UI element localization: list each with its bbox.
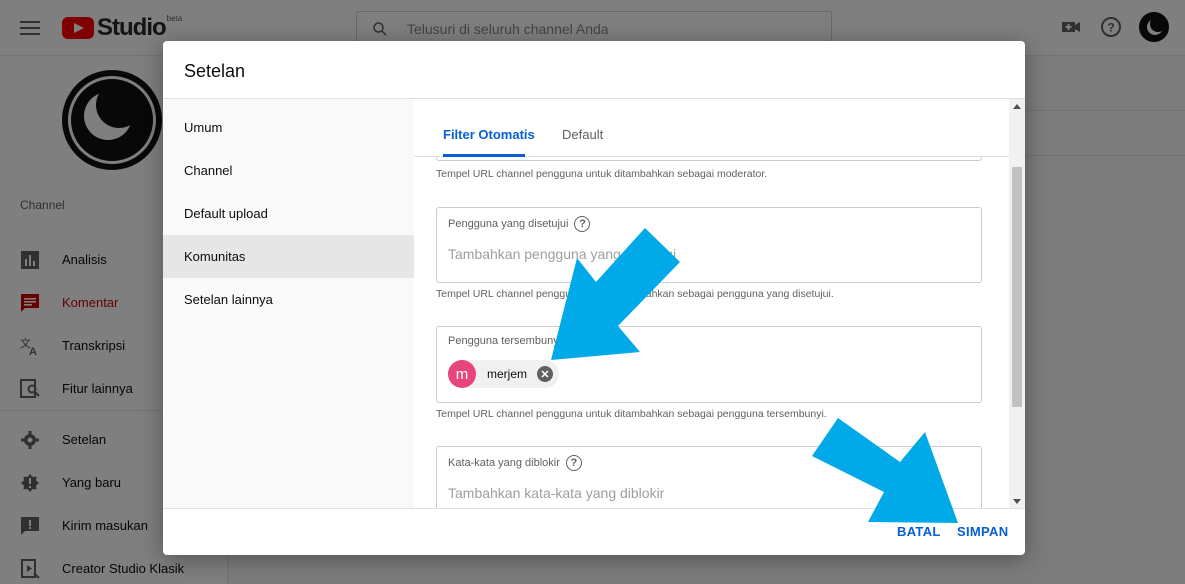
blocked-words-label-text: Kata-kata yang diblokir xyxy=(448,457,560,469)
blocked-words-placeholder[interactable]: Tambahkan kata-kata yang diblokir xyxy=(448,485,664,501)
tab-filter-otomatis[interactable]: Filter Otomatis xyxy=(443,127,535,142)
save-button[interactable]: SIMPAN xyxy=(957,524,1008,539)
tab-default[interactable]: Default xyxy=(562,127,603,142)
settings-nav-umum[interactable]: Umum xyxy=(163,106,414,149)
hidden-users-field[interactable]: Pengguna tersembunyi m merjem ✕ xyxy=(436,326,982,403)
help-icon[interactable]: ? xyxy=(565,455,582,471)
settings-nav-komunitas[interactable]: Komunitas xyxy=(163,235,414,278)
remove-chip-icon[interactable]: ✕ xyxy=(537,366,554,382)
approved-users-label-text: Pengguna yang disetujui xyxy=(448,218,569,230)
approved-users-placeholder[interactable]: Tambahkan pengguna yang disetujui xyxy=(448,246,676,262)
settings-content: Filter Otomatis Default Tempel URL chann… xyxy=(414,99,1025,509)
tab-bar: Filter Otomatis Default xyxy=(414,99,1009,157)
approved-users-label: Pengguna yang disetujui ? xyxy=(448,216,591,232)
settings-nav-default-upload[interactable]: Default upload xyxy=(163,192,414,235)
scroll-up-icon[interactable] xyxy=(1013,104,1021,109)
settings-nav-channel[interactable]: Channel xyxy=(163,149,414,192)
settings-dialog: Setelan Umum Channel Default upload Komu… xyxy=(163,41,1025,555)
moderators-hint: Tempel URL channel pengguna untuk ditamb… xyxy=(436,168,768,180)
hidden-users-label: Pengguna tersembunyi xyxy=(448,335,561,347)
hidden-users-hint: Tempel URL channel pengguna untuk ditamb… xyxy=(436,408,827,420)
user-chip: m merjem ✕ xyxy=(448,360,560,388)
scroll-thumb[interactable] xyxy=(1012,167,1022,407)
chip-name: merjem xyxy=(487,367,528,381)
dialog-footer-divider xyxy=(163,508,1025,509)
approved-users-field[interactable]: Pengguna yang disetujui ? Tambahkan peng… xyxy=(436,207,982,283)
dialog-title: Setelan xyxy=(184,61,246,81)
filters-scroll-area[interactable]: Tempel URL channel pengguna untuk ditamb… xyxy=(414,137,1009,509)
hidden-users-label-text: Pengguna tersembunyi xyxy=(448,335,562,347)
content-scrollbar[interactable] xyxy=(1009,99,1025,509)
chip-avatar: m xyxy=(448,360,476,388)
help-icon[interactable]: ? xyxy=(574,216,591,232)
settings-nav-setelan-lainnya[interactable]: Setelan lainnya xyxy=(163,278,414,321)
active-tab-indicator xyxy=(443,154,525,157)
blocked-words-field[interactable]: Kata-kata yang diblokir ? Tambahkan kata… xyxy=(436,446,982,509)
blocked-words-label: Kata-kata yang diblokir ? xyxy=(448,455,582,471)
cancel-button[interactable]: BATAL xyxy=(897,524,941,539)
approved-users-hint: Tempel URL channel pengguna untuk ditamb… xyxy=(436,288,834,300)
settings-nav: Umum Channel Default upload Komunitas Se… xyxy=(163,99,414,509)
scroll-down-icon[interactable] xyxy=(1013,499,1021,504)
